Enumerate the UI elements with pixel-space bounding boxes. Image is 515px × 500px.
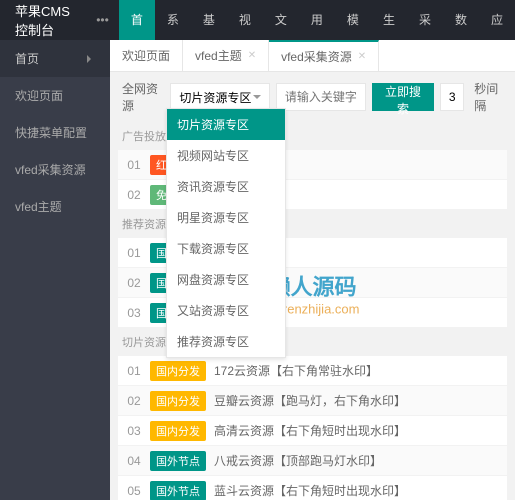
nav-item[interactable]: 应用: [479, 0, 515, 40]
table-row[interactable]: 01国内分发 172云资源【右下角常驻水印】: [118, 356, 507, 386]
status-badge: 国内分发: [150, 361, 206, 381]
nav-item[interactable]: 采集: [407, 0, 443, 40]
tab[interactable]: vfed采集资源✕: [269, 40, 379, 71]
dropdown-item[interactable]: 下载资源专区: [167, 233, 285, 264]
status-badge: 国内分发: [150, 391, 206, 411]
dropdown-item[interactable]: 视频网站专区: [167, 140, 285, 171]
row-text: 172云资源【右下角常驻水印】: [214, 362, 507, 379]
dropdown-item[interactable]: 网盘资源专区: [167, 264, 285, 295]
table-row[interactable]: 02国内分发豆瓣云资源【跑马灯，右下角水印】: [118, 386, 507, 416]
nav-item[interactable]: 数据库: [443, 0, 479, 40]
scope-label: 全网资源: [118, 80, 164, 114]
tab[interactable]: 欢迎页面: [110, 40, 183, 71]
search-input[interactable]: [276, 83, 366, 111]
row-text: 豆瓣云资源【跑马灯，右下角水印】: [214, 392, 507, 409]
nav-item[interactable]: 模版: [335, 0, 371, 40]
table-row[interactable]: 04国外节点八戒云资源【顶部跑马灯水印】: [118, 446, 507, 476]
status-badge: 国外节点: [150, 451, 206, 471]
row-number: 05: [118, 484, 150, 498]
nav-item[interactable]: 首页: [119, 0, 155, 40]
row-number: 01: [118, 158, 150, 172]
ellipsis-icon[interactable]: •••: [86, 13, 119, 27]
dropdown-item[interactable]: 又站资源专区: [167, 295, 285, 326]
row-number: 02: [118, 394, 150, 408]
table-row[interactable]: 03国内分发高清云资源【右下角短时出现水印】: [118, 416, 507, 446]
interval-label: 秒间隔: [470, 80, 507, 114]
sidebar-item[interactable]: 快捷菜单配置: [0, 114, 110, 151]
interval-input[interactable]: [440, 83, 464, 111]
category-select[interactable]: 切片资源专区: [170, 83, 270, 111]
search-bar: 全网资源 切片资源专区 立即搜索 秒间隔 切片资源专区视频网站专区资讯资源专区明…: [118, 80, 507, 114]
row-number: 02: [118, 188, 150, 202]
status-badge: 国外节点: [150, 481, 206, 500]
nav-item[interactable]: 用户: [299, 0, 335, 40]
brand: 苹果CMS控制台: [0, 1, 86, 39]
row-text: 高清云资源【右下角短时出现水印】: [214, 422, 507, 439]
tab[interactable]: vfed主题✕: [183, 40, 269, 71]
chevron-down-icon: [87, 55, 95, 63]
nav-item[interactable]: 系统: [155, 0, 191, 40]
nav-item[interactable]: 文章: [263, 0, 299, 40]
topbar: 苹果CMS控制台 ••• 首页系统基础视频文章用户模版生成采集数据库应用: [0, 0, 515, 40]
sidebar-item[interactable]: 欢迎页面: [0, 77, 110, 114]
top-nav: 首页系统基础视频文章用户模版生成采集数据库应用: [119, 0, 515, 40]
dropdown-item[interactable]: 切片资源专区: [167, 109, 285, 140]
row-number: 03: [118, 306, 150, 320]
main: 欢迎页面vfed主题✕vfed采集资源✕ 全网资源 切片资源专区 立即搜索 秒间…: [110, 40, 515, 500]
close-icon[interactable]: ✕: [248, 40, 256, 72]
dropdown-item[interactable]: 明星资源专区: [167, 202, 285, 233]
table-row[interactable]: 05国外节点蓝斗云资源【右下角短时出现水印】: [118, 476, 507, 500]
row-number: 02: [118, 276, 150, 290]
row-number: 04: [118, 454, 150, 468]
status-badge: 国内分发: [150, 421, 206, 441]
tab-label: vfed采集资源: [281, 42, 352, 72]
category-dropdown: 切片资源专区视频网站专区资讯资源专区明星资源专区下载资源专区网盘资源专区又站资源…: [166, 108, 286, 358]
row-number: 01: [118, 364, 150, 378]
row-text: 蓝斗云资源【右下角短时出现水印】: [214, 482, 507, 499]
dropdown-item[interactable]: 推荐资源专区: [167, 326, 285, 357]
dropdown-item[interactable]: 资讯资源专区: [167, 171, 285, 202]
row-number: 01: [118, 246, 150, 260]
nav-item[interactable]: 生成: [371, 0, 407, 40]
tab-label: 欢迎页面: [122, 40, 170, 72]
content: 全网资源 切片资源专区 立即搜索 秒间隔 切片资源专区视频网站专区资讯资源专区明…: [110, 72, 515, 500]
tab-label: vfed主题: [195, 40, 242, 72]
sidebar-head[interactable]: 首页: [0, 40, 110, 77]
nav-item[interactable]: 基础: [191, 0, 227, 40]
row-text: 八戒云资源【顶部跑马灯水印】: [214, 452, 507, 469]
search-button[interactable]: 立即搜索: [372, 83, 434, 111]
tabs: 欢迎页面vfed主题✕vfed采集资源✕: [110, 40, 515, 72]
sidebar-head-label: 首页: [15, 50, 39, 67]
nav-item[interactable]: 视频: [227, 0, 263, 40]
caret-down-icon: [253, 95, 261, 103]
close-icon[interactable]: ✕: [358, 42, 366, 72]
select-value: 切片资源专区: [179, 89, 251, 106]
sidebar-item[interactable]: vfed采集资源: [0, 151, 110, 188]
sidebar-item[interactable]: vfed主题: [0, 188, 110, 225]
sidebar: 首页 欢迎页面快捷菜单配置vfed采集资源vfed主题: [0, 40, 110, 500]
row-number: 03: [118, 424, 150, 438]
